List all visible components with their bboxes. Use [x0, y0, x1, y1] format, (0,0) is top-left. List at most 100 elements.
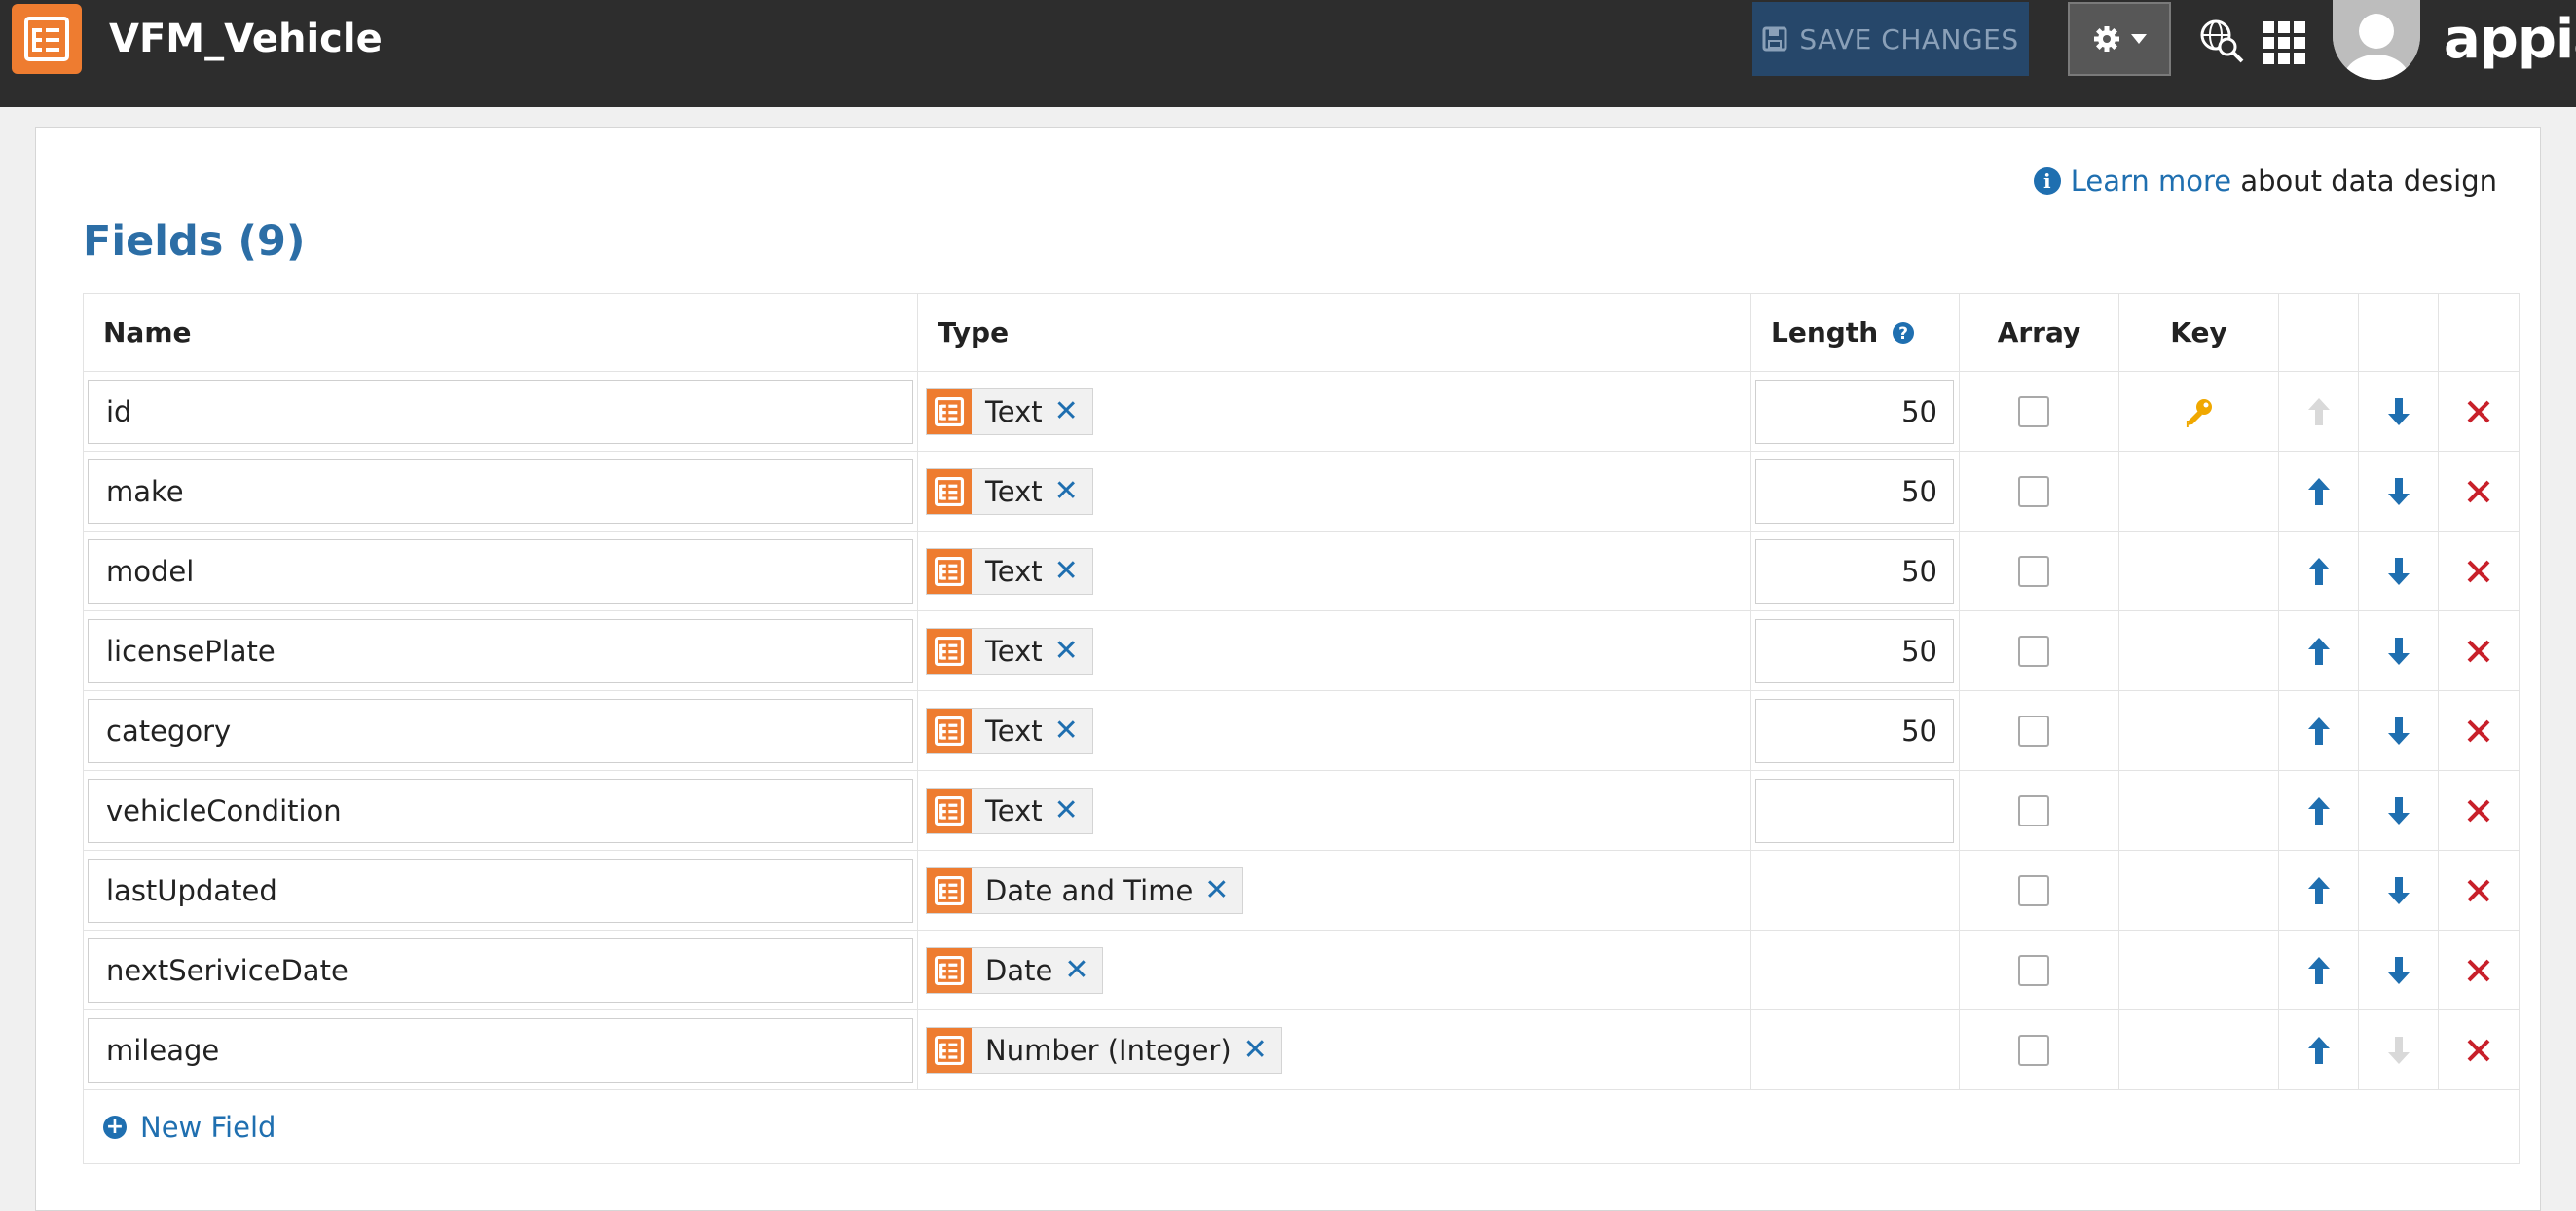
arrow-down-icon[interactable]: [2386, 795, 2411, 826]
save-changes-button[interactable]: SAVE CHANGES: [1752, 2, 2029, 76]
main-panel: i Learn more about data design Fields (9…: [35, 127, 2541, 1211]
array-checkbox[interactable]: [2017, 555, 2049, 587]
array-checkbox[interactable]: [2017, 635, 2049, 667]
array-checkbox[interactable]: [2017, 475, 2049, 507]
arrow-down-icon[interactable]: [2386, 556, 2411, 587]
question-circle-icon[interactable]: ?: [1892, 321, 1915, 345]
arrow-up-icon[interactable]: [2306, 476, 2332, 507]
length-field[interactable]: 50: [1755, 698, 1954, 763]
close-x-icon[interactable]: [2466, 718, 2491, 744]
array-checkbox[interactable]: [2017, 954, 2049, 986]
fields-heading: Fields (9): [83, 217, 306, 266]
arrow-down-icon[interactable]: [2386, 875, 2411, 906]
arrow-up-icon[interactable]: [2306, 716, 2332, 747]
arrow-down-icon[interactable]: [2386, 396, 2411, 427]
table-row: vehicleCondition Text ✕: [83, 770, 2520, 851]
remove-type-icon[interactable]: ✕: [1243, 1033, 1281, 1067]
globe-search-icon[interactable]: [2198, 18, 2245, 64]
move-down-cell: [2358, 531, 2439, 611]
new-field-button[interactable]: + New Field: [84, 1111, 2519, 1144]
length-cell: [1750, 1009, 1960, 1090]
type-picker-token[interactable]: Text ✕: [926, 787, 1093, 834]
remove-type-icon[interactable]: ✕: [1054, 554, 1092, 588]
type-label: Date and Time: [985, 873, 1194, 907]
type-picker-token[interactable]: Text ✕: [926, 627, 1093, 675]
remove-type-icon[interactable]: ✕: [1054, 793, 1092, 827]
arrow-up-icon[interactable]: [2306, 1035, 2332, 1066]
field-name-input[interactable]: licensePlate: [88, 618, 913, 683]
type-picker-token[interactable]: Text ✕: [926, 387, 1093, 435]
length-field[interactable]: 50: [1755, 618, 1954, 683]
top-bar: VFM_Vehicle SAVE CHANGES appi: [0, 0, 2576, 107]
close-x-icon[interactable]: [2466, 559, 2491, 584]
field-name-input[interactable]: id: [88, 379, 913, 444]
close-x-icon[interactable]: [2466, 399, 2491, 424]
field-name-input[interactable]: mileage: [88, 1017, 913, 1083]
type-picker-token[interactable]: Text ✕: [926, 467, 1093, 515]
remove-type-icon[interactable]: ✕: [1054, 474, 1092, 508]
array-checkbox[interactable]: [2017, 874, 2049, 906]
move-up-cell: [2278, 1009, 2359, 1090]
close-x-icon[interactable]: [2466, 878, 2491, 903]
name-cell: nextSeriviceDate: [83, 930, 918, 1010]
record-type-icon: [927, 867, 972, 913]
arrow-down-icon[interactable]: [2386, 716, 2411, 747]
arrow-down-icon[interactable]: [2386, 955, 2411, 986]
arrow-up-icon[interactable]: [2306, 795, 2332, 826]
key-icon[interactable]: P: [2183, 395, 2216, 428]
type-picker-token[interactable]: Date and Time ✕: [926, 866, 1244, 914]
length-field[interactable]: 50: [1755, 379, 1954, 444]
remove-type-icon[interactable]: ✕: [1054, 714, 1092, 748]
array-checkbox[interactable]: [2017, 395, 2049, 427]
move-up-cell: [2278, 371, 2359, 452]
arrow-up-icon[interactable]: [2306, 556, 2332, 587]
length-field[interactable]: 50: [1755, 538, 1954, 604]
delete-cell: [2438, 610, 2520, 691]
array-checkbox[interactable]: [2017, 1034, 2049, 1066]
arrow-up-icon[interactable]: [2306, 955, 2332, 986]
remove-type-icon[interactable]: ✕: [1054, 634, 1092, 668]
close-x-icon[interactable]: [2466, 639, 2491, 664]
field-name-input[interactable]: nextSeriviceDate: [88, 937, 913, 1003]
move-down-cell: [2358, 371, 2439, 452]
arrow-up-icon[interactable]: [2306, 636, 2332, 667]
length-field[interactable]: 50: [1755, 459, 1954, 524]
avatar[interactable]: [2333, 0, 2420, 80]
type-picker-token[interactable]: Text ✕: [926, 707, 1093, 754]
close-x-icon[interactable]: [2466, 479, 2491, 504]
arrow-up-icon[interactable]: [2306, 875, 2332, 906]
arrow-down-icon[interactable]: [2386, 476, 2411, 507]
remove-type-icon[interactable]: ✕: [1064, 953, 1102, 987]
move-up-cell: [2278, 770, 2359, 851]
key-cell: [2118, 690, 2279, 771]
type-picker-token[interactable]: Date ✕: [926, 946, 1104, 994]
remove-type-icon[interactable]: ✕: [1054, 394, 1092, 428]
field-name-input[interactable]: make: [88, 459, 913, 524]
learn-more-link[interactable]: Learn more: [2071, 165, 2231, 198]
close-x-icon[interactable]: [2466, 958, 2491, 983]
array-checkbox[interactable]: [2017, 715, 2049, 747]
length-field[interactable]: [1755, 778, 1954, 843]
type-picker-token[interactable]: Text ✕: [926, 547, 1093, 595]
floppy-disk-icon: [1762, 26, 1787, 52]
field-name-input[interactable]: category: [88, 698, 913, 763]
table-header-row: Name Type Length ? Array Key: [83, 293, 2520, 372]
array-cell: [1959, 1009, 2119, 1090]
remove-type-icon[interactable]: ✕: [1204, 873, 1242, 907]
close-x-icon[interactable]: [2466, 798, 2491, 824]
field-name-input[interactable]: lastUpdated: [88, 858, 913, 923]
column-header-delete: [2438, 293, 2520, 372]
save-changes-label: SAVE CHANGES: [1799, 22, 2019, 55]
field-name-input[interactable]: vehicleCondition: [88, 778, 913, 843]
settings-menu-button[interactable]: [2068, 2, 2171, 76]
close-x-icon[interactable]: [2466, 1038, 2491, 1063]
record-type-icon: [927, 788, 972, 833]
arrow-down-icon[interactable]: [2386, 636, 2411, 667]
name-cell: mileage: [83, 1009, 918, 1090]
type-picker-token[interactable]: Number (Integer) ✕: [926, 1026, 1282, 1074]
type-label: Number (Integer): [985, 1033, 1232, 1067]
grid-icon[interactable]: [2263, 21, 2305, 64]
field-name-input[interactable]: model: [88, 538, 913, 604]
array-checkbox[interactable]: [2017, 794, 2049, 826]
table-row: id Text ✕ 50 P: [83, 371, 2520, 452]
